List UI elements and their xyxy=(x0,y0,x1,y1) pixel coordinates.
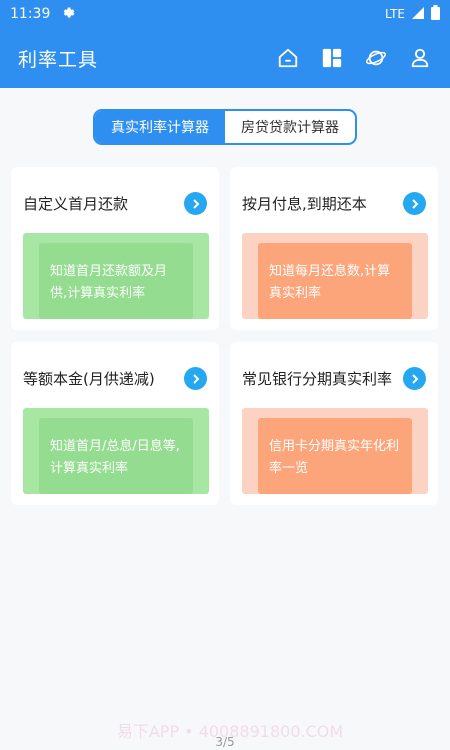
card-illustration: 知道首月/总息/日息等,计算真实利率 xyxy=(23,408,209,494)
card-custom-first-month[interactable]: 自定义首月还款 知道首月还款额及月供,计算真实利率 xyxy=(11,167,219,330)
card-illustration: 知道每月还息数,计算真实利率 xyxy=(242,233,428,319)
card-illustration: 信用卡分期真实年化利率一览 xyxy=(242,408,428,494)
chevron-right-icon[interactable] xyxy=(403,192,426,215)
card-description: 信用卡分期真实年化利率一览 xyxy=(258,418,412,494)
app-bar: 利率工具 xyxy=(0,28,450,88)
card-description: 知道首月/总息/日息等,计算真实利率 xyxy=(39,418,193,494)
tab-real-rate-calculator[interactable]: 真实利率计算器 xyxy=(95,111,225,143)
page-title: 利率工具 xyxy=(18,48,99,71)
card-title: 等额本金(月供递减) xyxy=(23,370,155,388)
card-description: 知道每月还息数,计算真实利率 xyxy=(258,243,412,319)
card-bank-installment[interactable]: 常见银行分期真实利率 信用卡分期真实年化利率一览 xyxy=(230,342,438,505)
battery-icon xyxy=(431,5,440,23)
network-label: LTE xyxy=(385,7,405,21)
signal-icon xyxy=(411,6,425,23)
card-description: 知道首月还款额及月供,计算真实利率 xyxy=(39,243,193,319)
card-interest-only[interactable]: 按月付息,到期还本 知道每月还息数,计算真实利率 xyxy=(230,167,438,330)
card-title: 按月付息,到期还本 xyxy=(242,195,367,213)
home-icon[interactable] xyxy=(276,46,300,70)
chevron-right-icon[interactable] xyxy=(403,367,426,390)
card-illustration: 知道首月还款额及月供,计算真实利率 xyxy=(23,233,209,319)
dashboard-icon[interactable] xyxy=(320,46,344,70)
planet-icon[interactable] xyxy=(364,46,388,70)
chevron-right-icon[interactable] xyxy=(184,367,207,390)
status-time: 11:39 xyxy=(10,6,51,22)
tab-mortgage-calculator[interactable]: 房贷贷款计算器 xyxy=(225,111,355,143)
card-title: 自定义首月还款 xyxy=(23,195,129,213)
user-icon[interactable] xyxy=(408,46,432,70)
calculator-tab-switch: 真实利率计算器 房贷贷款计算器 xyxy=(93,109,357,145)
settings-gear-icon xyxy=(60,5,75,24)
card-title: 常见银行分期真实利率 xyxy=(242,370,393,388)
card-equal-principal[interactable]: 等额本金(月供递减) 知道首月/总息/日息等,计算真实利率 xyxy=(11,342,219,505)
status-bar: 11:39 LTE xyxy=(0,0,450,28)
chevron-right-icon[interactable] xyxy=(184,192,207,215)
page-indicator: 3/5 xyxy=(215,735,235,749)
